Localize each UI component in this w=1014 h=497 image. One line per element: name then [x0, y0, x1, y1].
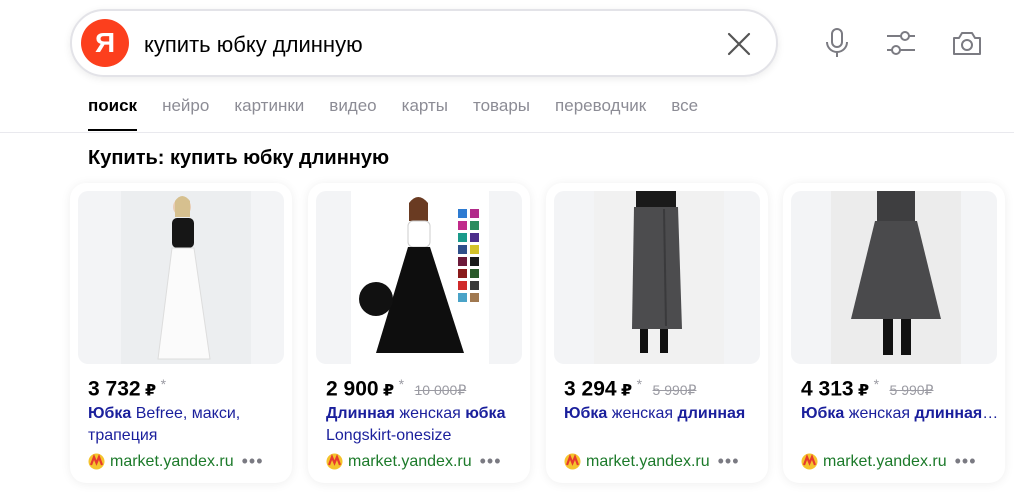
- title-highlight: Юбка: [88, 405, 132, 422]
- currency: ₽: [383, 382, 395, 400]
- source-link[interactable]: market.yandex.ru •••: [801, 451, 977, 472]
- source-link[interactable]: market.yandex.ru •••: [88, 451, 264, 472]
- old-price: 5 990₽: [652, 382, 697, 399]
- search-input[interactable]: [144, 31, 704, 59]
- tab-neuro[interactable]: нейро: [162, 96, 209, 132]
- source-domain[interactable]: market.yandex.ru: [823, 453, 947, 471]
- price-row: 3 732 ₽ *: [88, 376, 166, 401]
- product-image[interactable]: [316, 191, 522, 364]
- price-star: *: [398, 376, 405, 392]
- source-domain[interactable]: market.yandex.ru: [586, 453, 710, 471]
- product-card[interactable]: 3 294 ₽ * 5 990₽ Юбка женская длинная ma…: [546, 183, 768, 483]
- price-row: 4 313 ₽ * 5 990₽: [801, 376, 933, 401]
- price-star: *: [636, 376, 643, 392]
- price: 3 732: [88, 377, 141, 401]
- price: 2 900: [326, 377, 379, 401]
- title-highlight-2: длинная: [677, 405, 746, 422]
- price: 4 313: [801, 377, 854, 401]
- yandex-market-icon: [88, 453, 105, 470]
- yandex-market-icon: [326, 453, 343, 470]
- price-row: 2 900 ₽ * 10 000₽: [326, 376, 466, 401]
- more-icon[interactable]: •••: [955, 451, 977, 472]
- more-icon[interactable]: •••: [718, 451, 740, 472]
- source-link[interactable]: market.yandex.ru •••: [564, 451, 740, 472]
- tab-translator[interactable]: переводчик: [555, 96, 646, 132]
- source-domain[interactable]: market.yandex.ru: [348, 453, 472, 471]
- yandex-logo[interactable]: Я: [81, 19, 129, 67]
- tab-video[interactable]: видео: [329, 96, 376, 132]
- microphone-icon[interactable]: [820, 26, 854, 60]
- title-text: женская: [844, 405, 915, 422]
- camera-icon[interactable]: [950, 26, 984, 60]
- price-row: 3 294 ₽ * 5 990₽: [564, 376, 696, 401]
- filters-icon[interactable]: [884, 26, 918, 60]
- title-text-2: Longskirt-onesize: [326, 427, 452, 444]
- source-link[interactable]: market.yandex.ru •••: [326, 451, 502, 472]
- currency: ₽: [621, 382, 633, 400]
- tab-images[interactable]: картинки: [234, 96, 304, 132]
- product-image[interactable]: [78, 191, 284, 364]
- currency: ₽: [858, 382, 870, 400]
- product-title[interactable]: Длинная женская юбка Longskirt-onesize: [326, 403, 526, 447]
- tab-all[interactable]: все: [671, 96, 698, 132]
- title-text: женская: [607, 405, 678, 422]
- price: 3 294: [564, 377, 617, 401]
- title-highlight: Длинная: [326, 405, 395, 422]
- product-image[interactable]: [791, 191, 997, 364]
- more-icon[interactable]: •••: [480, 451, 502, 472]
- source-domain[interactable]: market.yandex.ru: [110, 453, 234, 471]
- product-image[interactable]: [554, 191, 760, 364]
- search-tabs: поиск нейро картинки видео карты товары …: [88, 96, 723, 132]
- yandex-market-icon: [564, 453, 581, 470]
- tab-search[interactable]: поиск: [88, 96, 138, 132]
- title-text: женская: [394, 405, 466, 422]
- product-title[interactable]: Юбка Befree, макси, трапеция: [88, 403, 288, 447]
- search-bar[interactable]: Я: [70, 9, 778, 77]
- title-highlight: Юбка: [564, 405, 608, 422]
- price-star: *: [160, 376, 167, 392]
- more-icon[interactable]: •••: [242, 451, 264, 472]
- yandex-market-icon: [801, 453, 818, 470]
- old-price: 10 000₽: [414, 382, 467, 399]
- product-title[interactable]: Юбка женская длинная: [564, 403, 764, 425]
- price-star: *: [873, 376, 880, 392]
- tab-maps[interactable]: карты: [402, 96, 448, 132]
- close-icon[interactable]: [724, 29, 754, 59]
- title-highlight: Юбка: [801, 405, 845, 422]
- product-card[interactable]: 2 900 ₽ * 10 000₽ Длинная женская юбка L…: [308, 183, 530, 483]
- title-highlight-2: длинная: [914, 405, 983, 422]
- tab-products[interactable]: товары: [473, 96, 530, 132]
- tabs-divider: [0, 132, 1014, 133]
- title-highlight-2: юбка: [465, 405, 506, 422]
- currency: ₽: [145, 382, 157, 400]
- old-price: 5 990₽: [889, 382, 934, 399]
- product-card[interactable]: 3 732 ₽ * Юбка Befree, макси, трапеция m…: [70, 183, 292, 483]
- product-card[interactable]: 4 313 ₽ * 5 990₽ Юбка женская длинная… m…: [783, 183, 1005, 483]
- product-title[interactable]: Юбка женская длинная…: [801, 403, 1001, 425]
- title-text-2: …: [982, 405, 999, 422]
- section-title: Купить: купить юбку длинную: [88, 147, 390, 169]
